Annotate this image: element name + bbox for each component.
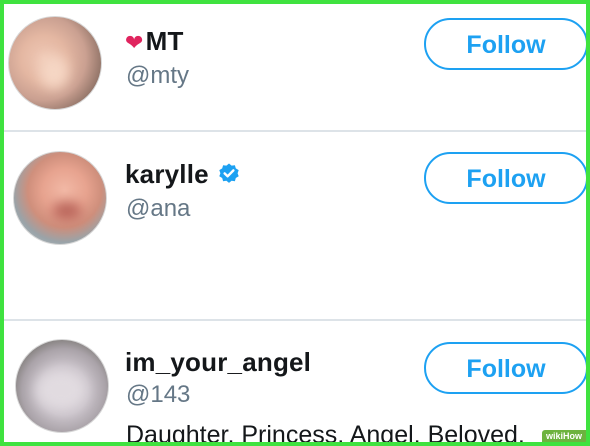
user-list-item[interactable]: karylle @ana Follow [4, 131, 586, 320]
follow-button[interactable]: Follow [424, 152, 586, 204]
user-handle: @ana [126, 195, 191, 222]
heart-icon: ❤ [125, 30, 144, 55]
avatar[interactable] [8, 16, 102, 110]
avatar[interactable] [13, 151, 107, 245]
follow-button[interactable]: Follow [424, 18, 586, 70]
user-list-item[interactable]: ❤MT @mty Follow [4, 4, 586, 131]
follow-button[interactable]: Follow [424, 342, 586, 394]
user-handle: @143 [126, 381, 191, 408]
user-name[interactable]: im_your_angel [125, 347, 311, 378]
verified-badge-icon [219, 163, 239, 183]
user-bio: Daughter, Princess, Angel, Beloved, [126, 421, 525, 446]
avatar[interactable] [15, 339, 109, 433]
user-name[interactable]: ❤MT [125, 26, 184, 57]
user-name[interactable]: karylle [125, 159, 241, 190]
wikihow-watermark: wikiHow [542, 430, 586, 442]
user-handle: @mty [126, 62, 190, 89]
screenshot-frame: ❤MT @mty Follow karylle @ana Follow im_y… [0, 0, 590, 446]
user-list-item[interactable]: im_your_angel @143 Follow Daughter, Prin… [4, 320, 586, 446]
